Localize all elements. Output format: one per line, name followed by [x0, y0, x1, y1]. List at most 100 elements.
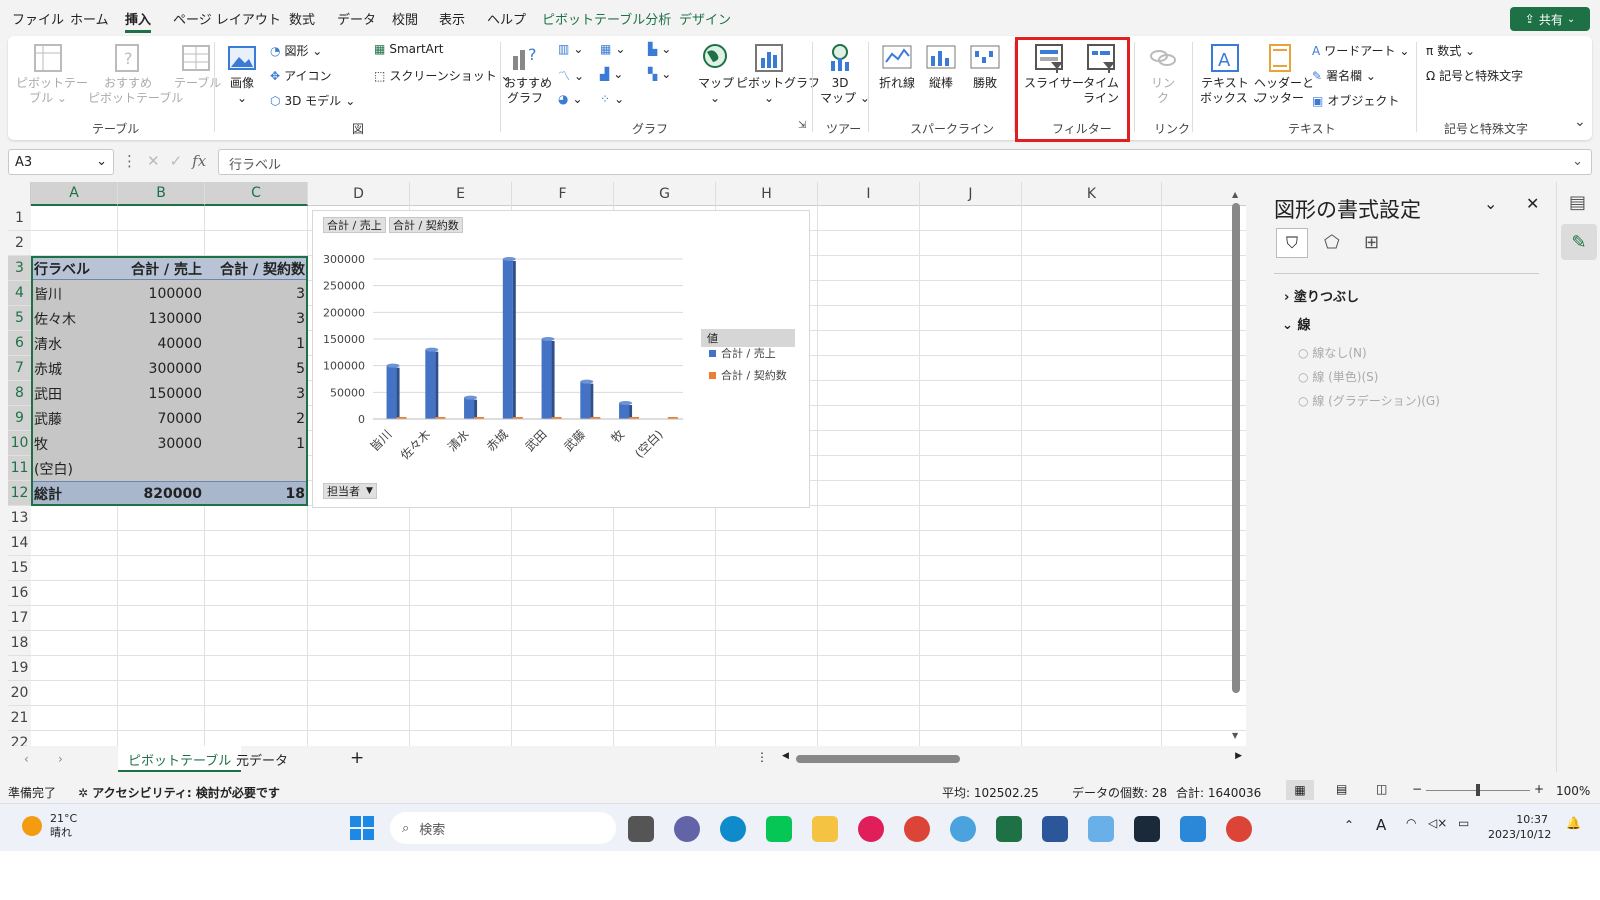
row-header-12[interactable]: 12	[8, 481, 31, 506]
pivot-total-label[interactable]: 総計	[31, 481, 118, 506]
sparkline-winloss-button[interactable]: 勝敗	[968, 42, 1002, 91]
tab-data[interactable]: データ	[337, 9, 376, 28]
accessibility-status[interactable]: ✲ アクセシビリティ: 検討が必要です	[78, 784, 280, 801]
chevron-down-icon[interactable]: ⌄	[1484, 194, 1497, 213]
tab-home[interactable]: ホーム	[70, 9, 109, 28]
next-sheet-icon[interactable]: ›	[58, 752, 63, 766]
row-header-14[interactable]: 14	[8, 531, 31, 556]
sparkline-column-button[interactable]: 縦棒	[924, 42, 958, 91]
tab-file[interactable]: ファイル	[12, 9, 64, 28]
row-header-2[interactable]: 2	[8, 231, 31, 256]
pivot-row-label-header[interactable]: 行ラベル	[31, 256, 118, 281]
format-pane-toggle[interactable]: ✎	[1561, 224, 1597, 260]
ime-icon[interactable]: A	[1376, 816, 1386, 834]
weather-widget[interactable]: 21°C 晴れ	[22, 812, 77, 840]
zoom-in-icon[interactable]: +	[1534, 782, 1544, 796]
zoom-slider[interactable]	[1426, 784, 1530, 796]
row-header-7[interactable]: 7	[8, 356, 31, 381]
row-header-9[interactable]: 9	[8, 406, 31, 431]
row-header-13[interactable]: 13	[8, 506, 31, 531]
terminal-icon[interactable]	[1134, 816, 1160, 842]
column-header-a[interactable]: A	[31, 182, 118, 206]
axis-field-button[interactable]: 担当者 ▼	[323, 483, 377, 499]
zoom-out-icon[interactable]: −	[1412, 782, 1422, 796]
size-properties-icon[interactable]: ⊞	[1364, 232, 1379, 253]
line-chart-button[interactable]: 〽 ⌄	[558, 67, 584, 84]
line-icon[interactable]	[766, 816, 792, 842]
sheet-tab-source[interactable]: 元データ	[236, 750, 288, 769]
pivot-row-label[interactable]: 武藤	[31, 406, 118, 431]
tab-review[interactable]: 校閲	[392, 9, 418, 28]
pivot-sales-value[interactable]: 300000	[118, 356, 205, 381]
row-header-15[interactable]: 15	[8, 556, 31, 581]
row-header-11[interactable]: 11	[8, 456, 31, 481]
row-header-19[interactable]: 19	[8, 656, 31, 681]
tab-formulas[interactable]: 数式	[289, 9, 315, 28]
pivot-sales-value[interactable]: 40000	[118, 331, 205, 356]
file-explorer-icon[interactable]	[812, 816, 838, 842]
scroll-down-icon[interactable]: ▼	[1232, 731, 1238, 740]
pivot-row-label[interactable]: 赤城	[31, 356, 118, 381]
link-button[interactable]: リン ク	[1144, 42, 1182, 106]
textbox-button[interactable]: A テキスト ボックス ⌄	[1200, 42, 1262, 106]
symbol-button[interactable]: Ω 記号と特殊文字	[1426, 67, 1523, 84]
column-header-c[interactable]: C	[205, 182, 308, 206]
scroll-up-icon[interactable]: ▲	[1232, 190, 1240, 199]
formula-input[interactable]: 行ラベル ⌄	[218, 149, 1592, 175]
recommended-charts-button[interactable]: ? おすすめ グラフ	[504, 42, 552, 106]
equation-button[interactable]: π 数式 ⌄	[1426, 42, 1475, 59]
column-chart-button[interactable]: ▥ ⌄	[558, 42, 583, 56]
fill-line-tab[interactable]: ⛉	[1276, 228, 1308, 258]
column-header-b[interactable]: B	[118, 182, 205, 206]
3d-map-button[interactable]: 3D マップ ⌄	[820, 42, 870, 106]
horizontal-scrollbar[interactable]: ◀ ▶	[782, 751, 1242, 764]
scroll-thumb[interactable]	[1232, 203, 1240, 693]
pivot-contract-value[interactable]	[205, 456, 308, 481]
windows-start-icon[interactable]	[350, 816, 374, 840]
todo-icon[interactable]	[1180, 816, 1206, 842]
row-header-21[interactable]: 21	[8, 706, 31, 731]
row-header-20[interactable]: 20	[8, 681, 31, 706]
pivot-contract-value[interactable]: 3	[205, 281, 308, 306]
column-header-i[interactable]: I	[818, 182, 920, 206]
pivotchart-button[interactable]: ピボットグラフ ⌄	[736, 42, 820, 106]
pivot-sales-value[interactable]: 70000	[118, 406, 205, 431]
pivottable-button[interactable]: ピボットテー ブル ⌄	[16, 42, 88, 106]
pentagon-icon[interactable]: ⬠	[1324, 232, 1340, 253]
edge-icon[interactable]	[720, 816, 746, 842]
column-header-g[interactable]: G	[614, 182, 716, 206]
chevron-up-icon[interactable]: ⌃	[1344, 818, 1354, 832]
dialog-launcher-icon[interactable]: ⇲	[798, 120, 806, 131]
radio-gradient-line[interactable]: ○ 線 (グラデーション)(G)	[1298, 392, 1440, 409]
row-header-17[interactable]: 17	[8, 606, 31, 631]
prev-sheet-icon[interactable]: ‹	[24, 752, 29, 766]
pivot-row-label[interactable]: (空白)	[31, 456, 118, 481]
row-header-6[interactable]: 6	[8, 331, 31, 356]
column-header-e[interactable]: E	[410, 182, 512, 206]
insert-function-icon[interactable]: fx	[192, 152, 206, 170]
row-header-16[interactable]: 16	[8, 581, 31, 606]
task-view-icon[interactable]	[628, 816, 654, 842]
pivot-row-label[interactable]: 佐々木	[31, 306, 118, 331]
volume-icon[interactable]: ◁×	[1428, 816, 1447, 830]
excel-icon[interactable]	[996, 816, 1022, 842]
tab-view[interactable]: 表示	[439, 9, 465, 28]
tab-design[interactable]: デザイン	[679, 9, 731, 28]
pivot-header-sales[interactable]: 合計 / 売上	[118, 256, 205, 281]
column-header-d[interactable]: D	[308, 182, 410, 206]
signature-line-button[interactable]: ✎ 署名欄 ⌄	[1312, 67, 1376, 84]
cancel-icon[interactable]: ✕	[147, 152, 160, 170]
add-sheet-icon[interactable]: +	[350, 748, 364, 768]
slack-icon[interactable]	[858, 816, 884, 842]
row-header-18[interactable]: 18	[8, 631, 31, 656]
radio-no-line[interactable]: ○ 線なし(N)	[1298, 344, 1367, 361]
chrome-icon[interactable]	[904, 816, 930, 842]
pivot-header-contracts[interactable]: 合計 / 契約数	[205, 256, 308, 281]
zoom-level[interactable]: 100%	[1556, 784, 1590, 798]
column-header-f[interactable]: F	[512, 182, 614, 206]
select-all-corner[interactable]	[8, 182, 31, 206]
row-header-3[interactable]: 3	[8, 256, 31, 281]
waterfall-chart-button[interactable]: ▙ ⌄	[648, 42, 671, 56]
share-button[interactable]: ⇪ 共有 ⌄	[1510, 7, 1590, 31]
pivot-contract-value[interactable]: 3	[205, 381, 308, 406]
